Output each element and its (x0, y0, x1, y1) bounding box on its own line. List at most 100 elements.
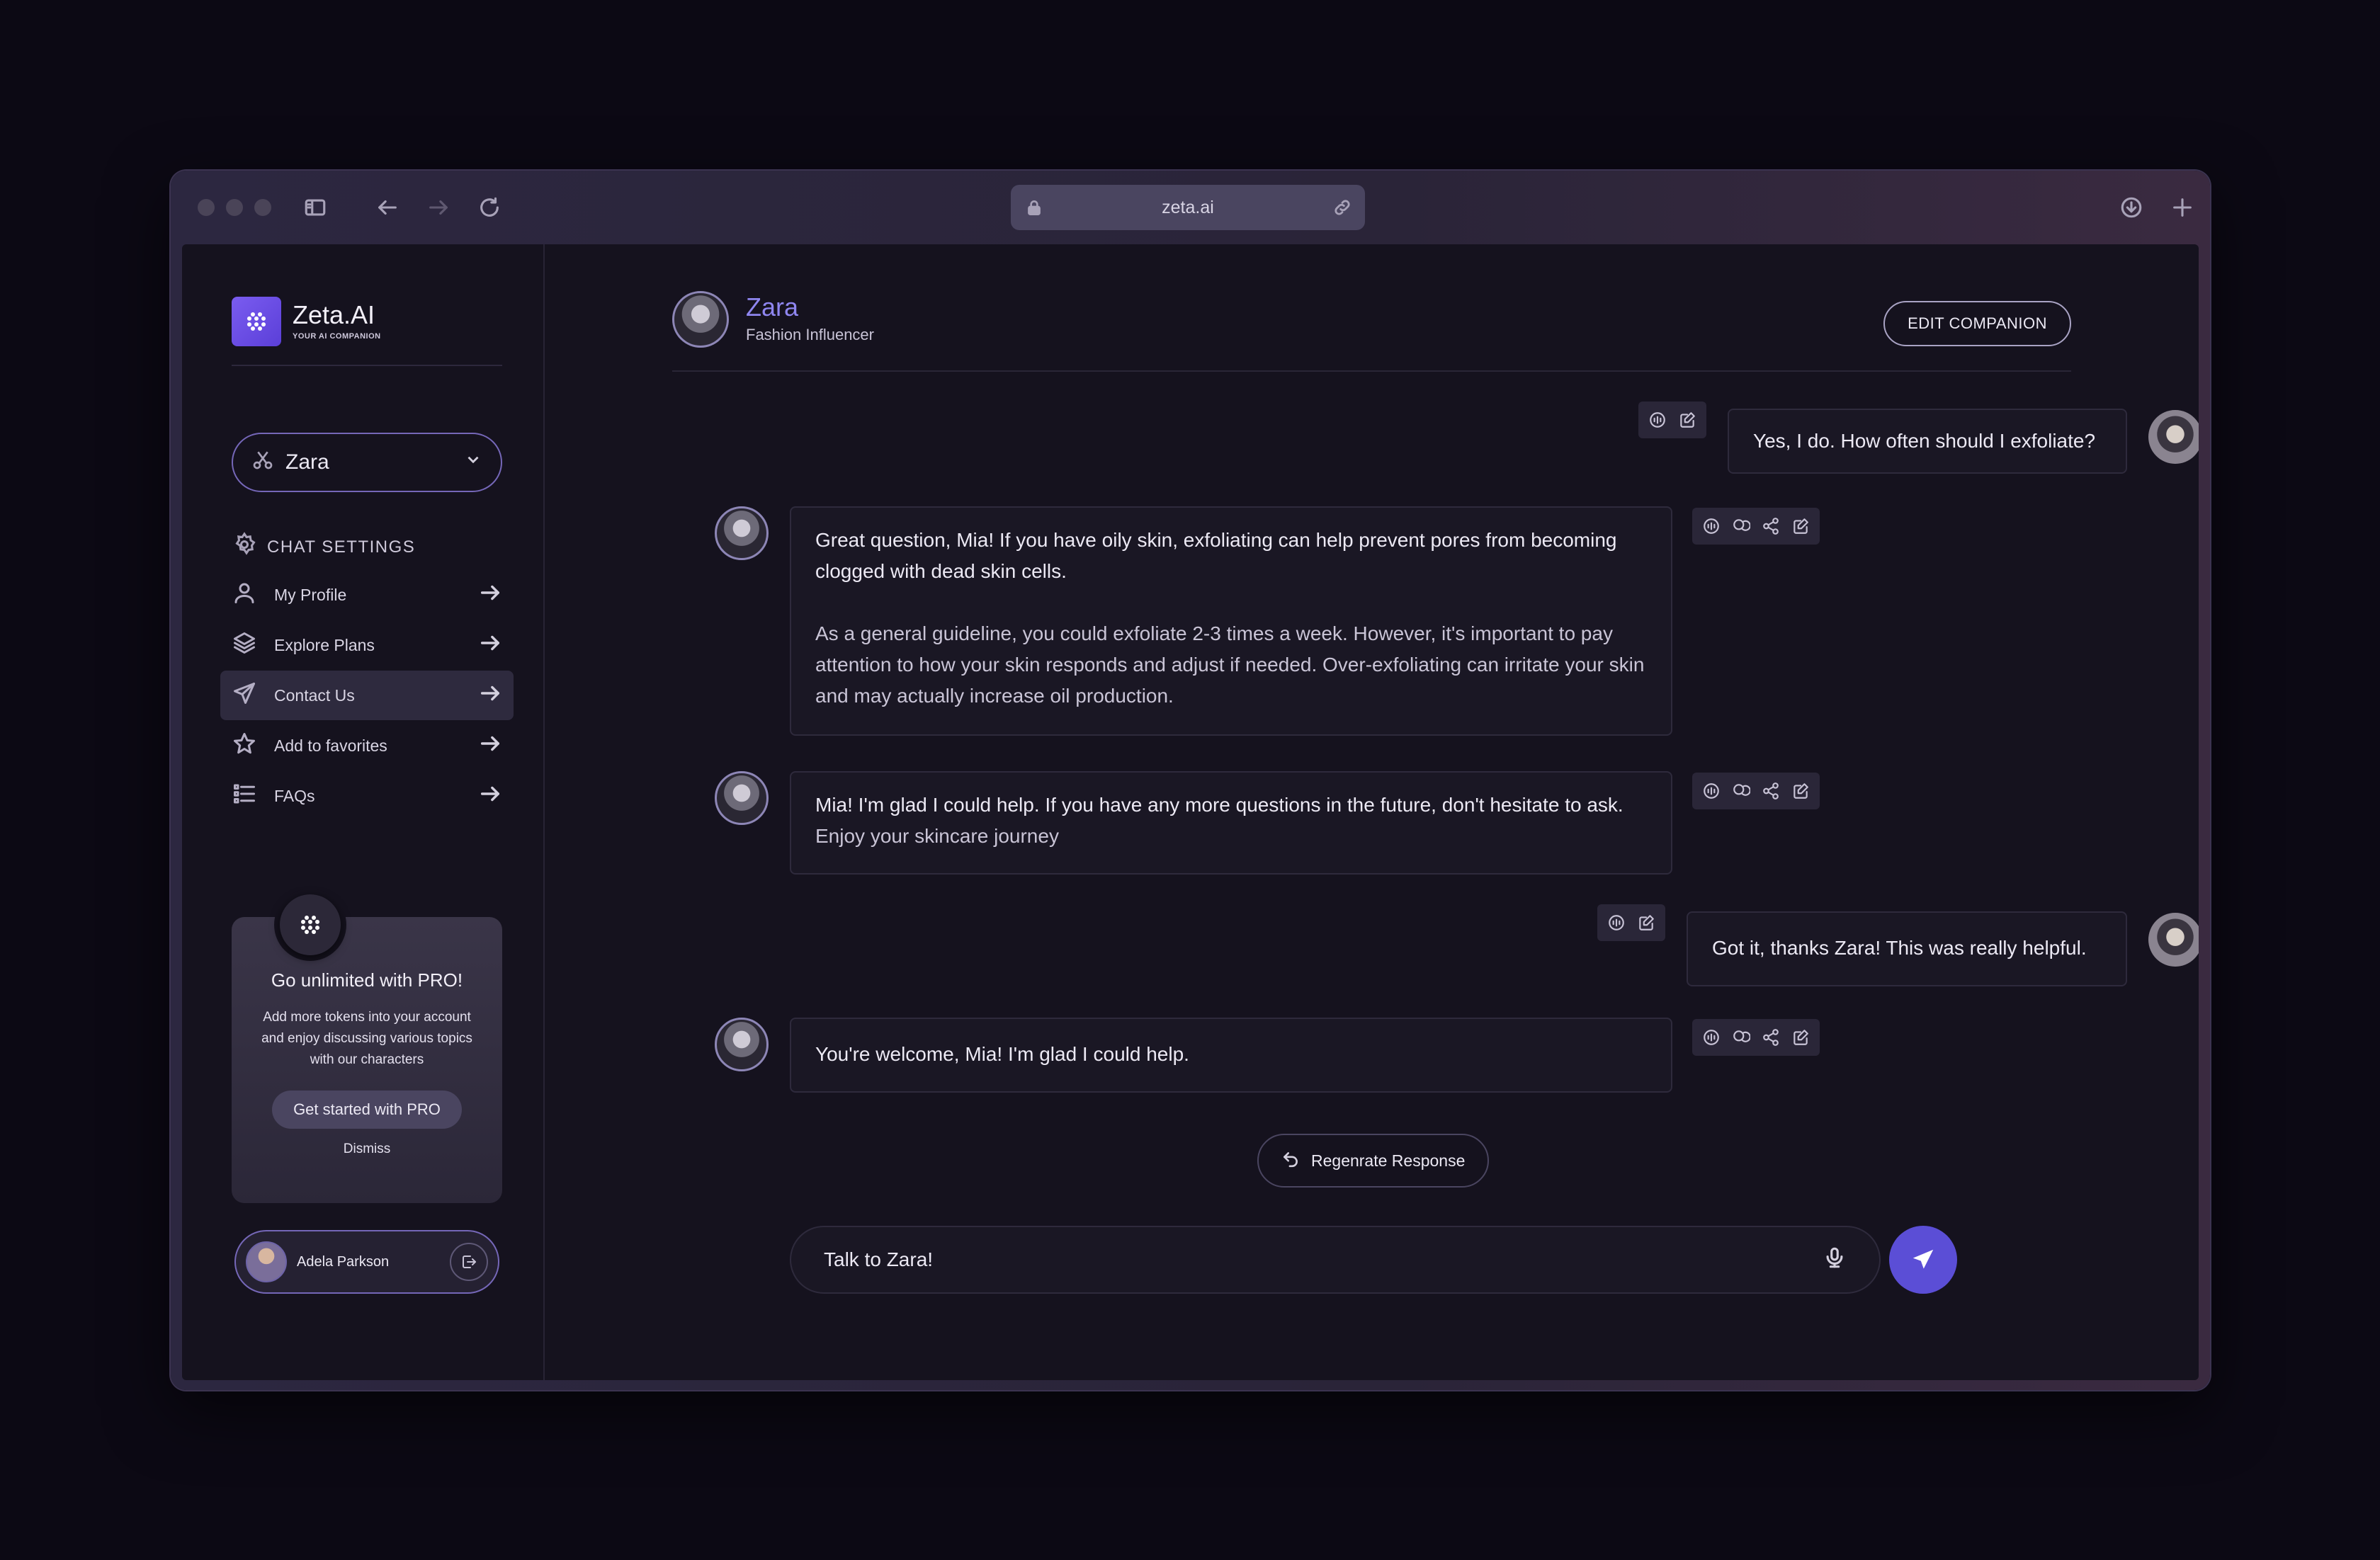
nav-item-label: FAQs (274, 786, 315, 805)
user-icon (232, 580, 257, 610)
pro-badge (274, 889, 346, 961)
nav-item-my-profile[interactable]: My Profile (220, 570, 514, 620)
message-composer (790, 1226, 1881, 1294)
microphone-icon[interactable] (1823, 1246, 1847, 1275)
brand-logo-icon (232, 297, 281, 346)
close-window-button[interactable] (198, 199, 215, 216)
audio-wave-icon[interactable] (1604, 911, 1628, 935)
dismiss-link[interactable]: Dismiss (232, 1141, 502, 1157)
edit-icon[interactable] (1789, 1025, 1813, 1049)
nav-item-explore-plans[interactable]: Explore Plans (220, 620, 514, 670)
send-button[interactable] (1889, 1226, 1957, 1294)
chat-settings-title: CHAT SETTINGS (267, 537, 416, 557)
browser-window: zeta.ai Zeta.AI YOUR AI COMPANION Zara C… (171, 171, 2210, 1390)
pro-card-title: Go unlimited with PRO! (271, 969, 463, 991)
nav-item-add-to-favorites[interactable]: Add to favorites (220, 721, 514, 770)
minimize-window-button[interactable] (226, 199, 243, 216)
arrow-right-icon (478, 731, 502, 760)
character-select[interactable]: Zara (232, 433, 502, 492)
list-icon (232, 781, 257, 811)
address-bar[interactable]: zeta.ai (1011, 185, 1365, 230)
edit-icon[interactable] (1634, 911, 1658, 935)
maximize-window-button[interactable] (254, 199, 271, 216)
edit-icon[interactable] (1675, 408, 1699, 432)
nav-item-faqs[interactable]: FAQs (220, 771, 514, 821)
audio-wave-icon[interactable] (1699, 779, 1723, 803)
back-arrow-icon[interactable] (370, 190, 404, 224)
divider (672, 370, 2071, 372)
brand-name: Zeta.AI (293, 300, 375, 329)
chat-panel: Zara Fashion Influencer EDIT COMPANION Y… (545, 244, 2199, 1380)
new-tab-plus-icon[interactable] (2165, 190, 2199, 224)
sidebar: Zeta.AI YOUR AI COMPANION Zara CHAT SETT… (182, 244, 545, 1380)
pro-card-text: Add more tokens into your account and en… (261, 1010, 472, 1067)
link-icon[interactable] (1332, 198, 1352, 217)
layers-icon (232, 630, 257, 660)
avatar (715, 1018, 769, 1071)
message-bot: Great question, Mia! If you have oily sk… (790, 506, 1672, 736)
audio-wave-icon[interactable] (1699, 1025, 1723, 1049)
message-tools (1692, 773, 1820, 809)
nav-item-label: My Profile (274, 585, 347, 604)
chat-header: Zara Fashion Influencer (672, 291, 874, 348)
share-icon[interactable] (1759, 1025, 1783, 1049)
edit-icon[interactable] (1789, 514, 1813, 538)
brand: Zeta.AI YOUR AI COMPANION (232, 297, 381, 346)
forward-arrow-icon[interactable] (421, 190, 455, 224)
chevron-down-icon (464, 450, 482, 474)
nav-item-label: Add to favorites (274, 736, 387, 755)
scissors-icon (251, 448, 274, 477)
regenerate-response-button[interactable]: Regenrate Response (1257, 1134, 1490, 1188)
arrow-right-icon (478, 681, 502, 710)
gear-icon (232, 532, 257, 562)
message-user: Got it, thanks Zara! This was really hel… (1687, 911, 2127, 986)
message-user: Yes, I do. How often should I exfoliate? (1728, 409, 2127, 474)
companion-name: Zara (746, 292, 799, 321)
sidebar-toggle-icon[interactable] (298, 190, 332, 224)
message-text: You're welcome, Mia! I'm glad I could he… (815, 1043, 1189, 1065)
edit-icon[interactable] (1789, 779, 1813, 803)
message-text: Enjoy your skincare journey (815, 825, 1059, 847)
reload-icon[interactable] (472, 190, 506, 224)
settings-nav: My Profile Explore Plans Contact Us Add … (220, 570, 514, 821)
regenerate-label: Regenrate Response (1311, 1151, 1466, 1170)
edit-companion-button[interactable]: EDIT COMPANION (1883, 301, 2071, 346)
copy-icon[interactable] (1729, 1025, 1753, 1049)
message-input[interactable] (824, 1248, 1823, 1271)
send-icon (232, 681, 257, 710)
copy-icon[interactable] (1729, 514, 1753, 538)
avatar (715, 771, 769, 825)
undo-icon (1281, 1149, 1300, 1172)
app-container: Zeta.AI YOUR AI COMPANION Zara CHAT SETT… (182, 244, 2199, 1380)
logout-icon (463, 1256, 476, 1268)
logout-button[interactable] (450, 1243, 488, 1281)
message-text: Yes, I do. How often should I exfoliate? (1753, 430, 2096, 452)
browser-titlebar: zeta.ai (171, 171, 2210, 244)
share-icon[interactable] (1759, 514, 1783, 538)
send-icon (1912, 1249, 1934, 1269)
url-text: zeta.ai (1162, 197, 1214, 217)
arrow-right-icon (478, 782, 502, 810)
download-icon[interactable] (2114, 190, 2148, 224)
nav-item-label: Explore Plans (274, 635, 375, 654)
character-select-value: Zara (285, 450, 329, 474)
window-controls (198, 199, 271, 216)
get-started-pro-button[interactable]: Get started with PRO (272, 1091, 462, 1129)
companion-role: Fashion Influencer (746, 326, 874, 343)
message-text: Got it, thanks Zara! This was really hel… (1712, 937, 2087, 959)
audio-wave-icon[interactable] (1645, 408, 1670, 432)
audio-wave-icon[interactable] (1699, 514, 1723, 538)
nav-item-label: Contact Us (274, 685, 355, 705)
message-tools (1692, 508, 1820, 545)
message-tools (1638, 402, 1706, 438)
arrow-right-icon (478, 581, 502, 609)
avatar (672, 291, 729, 348)
copy-icon[interactable] (1729, 779, 1753, 803)
user-account[interactable]: Adela Parkson (234, 1230, 499, 1294)
message-bot: You're welcome, Mia! I'm glad I could he… (790, 1018, 1672, 1093)
share-icon[interactable] (1759, 779, 1783, 803)
arrow-right-icon (478, 631, 502, 659)
star-icon (232, 731, 257, 761)
nav-item-contact-us[interactable]: Contact Us (220, 671, 514, 720)
avatar (2148, 913, 2199, 967)
